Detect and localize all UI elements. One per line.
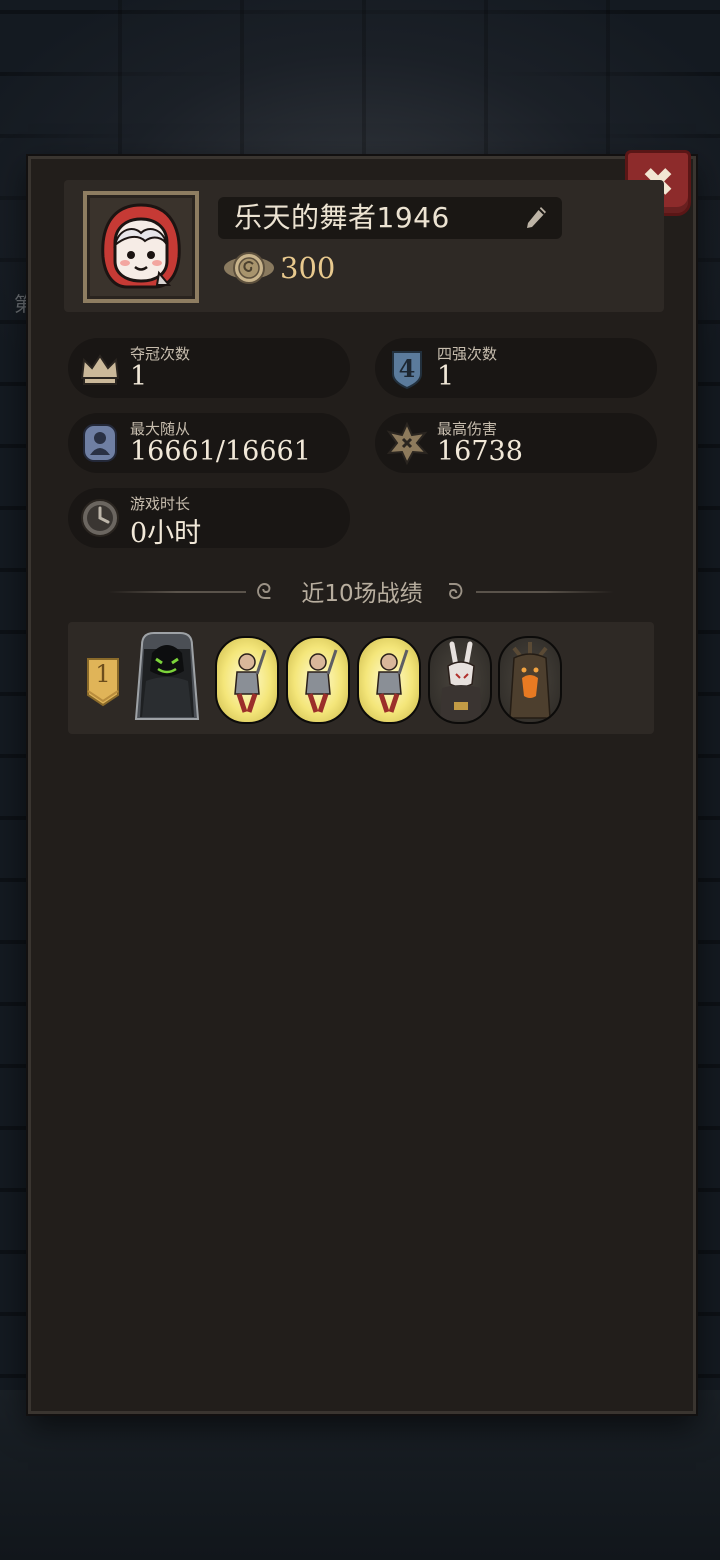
stat-championships: 夺冠次数 1 — [68, 338, 350, 398]
coin-icon — [224, 252, 274, 284]
follower-icon — [83, 424, 117, 462]
stat-value: 16738 — [437, 436, 523, 467]
stat-value: 0小时 — [130, 518, 202, 549]
rabbit-mask-unit-icon[interactable] — [428, 636, 492, 724]
warrior-unit-golden-icon[interactable] — [215, 636, 279, 724]
four-shield-icon: 4 — [392, 351, 422, 390]
edit-pencil-icon[interactable] — [524, 204, 548, 232]
stat-top-four: 4 四强次数 1 — [375, 338, 657, 398]
stat-max-damage: 最高伤害 16738 — [375, 413, 657, 473]
stat-play-time: 游戏时长 0小时 — [68, 488, 350, 549]
match-rank: 1 — [95, 660, 111, 688]
stat-value: 1 — [437, 361, 455, 392]
swirl-right-icon: ᘐ — [448, 580, 464, 605]
crown-icon — [80, 354, 120, 385]
avatar[interactable] — [83, 191, 199, 303]
warrior-unit-golden-icon[interactable] — [357, 636, 421, 724]
recent-matches-title: 近10场战绩 — [301, 581, 423, 607]
svg-text:4: 4 — [399, 354, 416, 383]
clock-icon — [81, 499, 119, 537]
coin-balance: 300 — [280, 251, 336, 285]
shadow-demon-hero-icon[interactable] — [132, 631, 202, 723]
dungeon-floor — [0, 1390, 720, 1560]
red-hood-girl-avatar-icon — [101, 203, 181, 289]
warrior-unit-golden-icon[interactable] — [286, 636, 350, 724]
stat-value: 1 — [130, 361, 148, 392]
stat-max-followers: 最大随从 16661/16661 — [68, 413, 350, 473]
damage-burst-icon — [386, 421, 429, 465]
treant-unit-icon[interactable] — [498, 636, 562, 724]
divider-left — [108, 591, 246, 593]
stat-value: 16661/16661 — [130, 436, 311, 467]
divider-right — [476, 591, 614, 593]
player-name: 乐天的舞者1946 — [234, 201, 450, 234]
